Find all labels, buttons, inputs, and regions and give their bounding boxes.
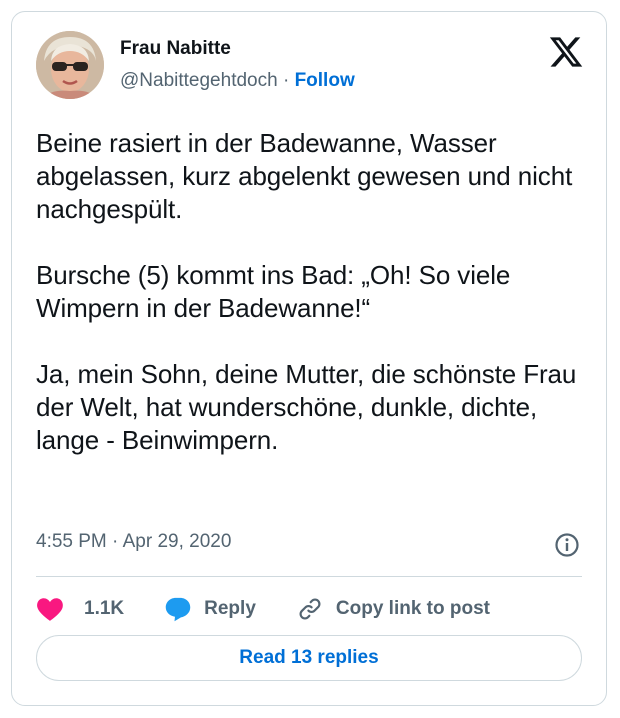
read-replies-label: Read 13 replies — [239, 647, 379, 668]
copy-link-label: Copy link to post — [335, 598, 490, 619]
divider — [36, 576, 582, 577]
author-handle-row: @Nabittegehtdoch · Follow — [120, 70, 355, 92]
tweet-text: Beine rasiert in der Badewanne, Wasser a… — [36, 128, 577, 455]
heart-icon — [37, 598, 63, 621]
timestamp[interactable]: 4:55 PM · Apr 29, 2020 — [36, 531, 231, 553]
avatar[interactable] — [36, 31, 104, 99]
like-button[interactable]: 1.1K — [36, 596, 124, 622]
follow-button[interactable]: Follow — [295, 70, 355, 91]
tweet-date: Apr 29, 2020 — [122, 531, 232, 552]
action-bar: 1.1K Reply Copy link to post — [36, 588, 490, 630]
author-name[interactable]: Frau Nabitte — [120, 38, 231, 60]
reply-label: Reply — [204, 598, 256, 619]
author-handle[interactable]: @Nabittegehtdoch — [120, 70, 278, 91]
tweet-time: 4:55 PM — [36, 531, 107, 552]
reply-button[interactable]: Reply — [164, 596, 256, 622]
copy-link-button[interactable]: Copy link to post — [296, 596, 490, 622]
speech-bubble-icon — [165, 597, 191, 622]
avatar-photo — [36, 31, 104, 99]
x-logo-icon[interactable] — [548, 34, 584, 70]
link-icon — [299, 598, 321, 620]
info-icon[interactable] — [554, 532, 580, 558]
tweet-card: Frau Nabitte @Nabittegehtdoch · Follow B… — [11, 11, 607, 706]
handle-separator: · — [282, 70, 290, 91]
like-count: 1.1K — [84, 598, 125, 619]
timestamp-separator: · — [112, 531, 119, 552]
read-replies-button[interactable]: Read 13 replies — [36, 635, 582, 681]
